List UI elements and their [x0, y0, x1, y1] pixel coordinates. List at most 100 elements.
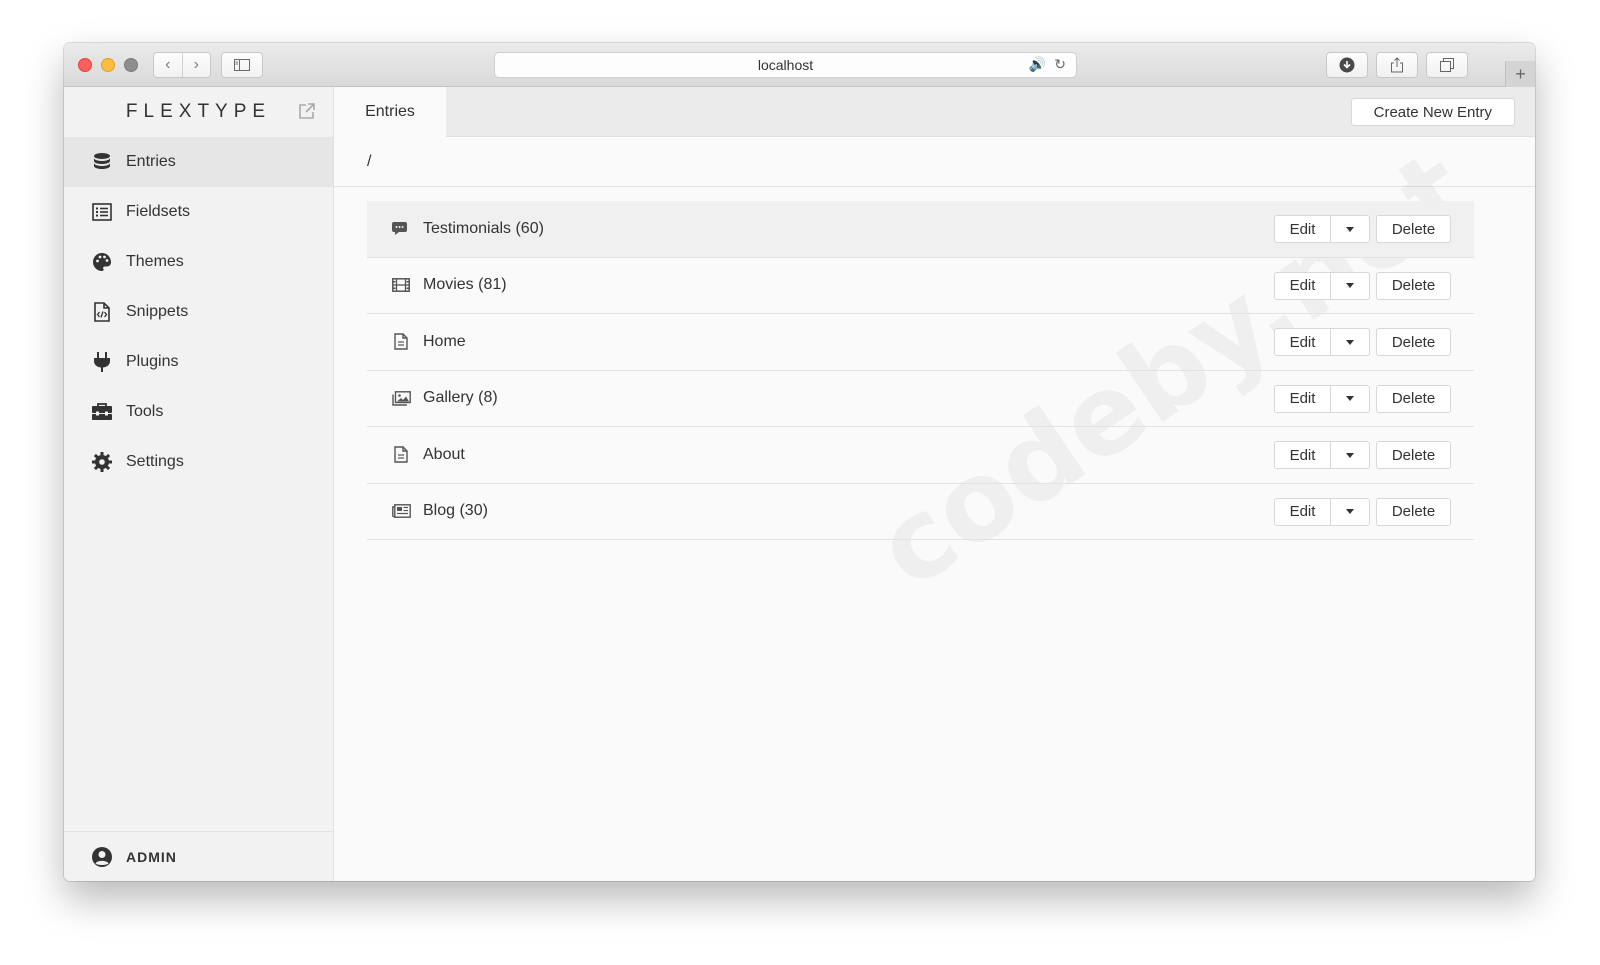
delete-button[interactable]: Delete — [1376, 215, 1451, 243]
tabs-icon — [1440, 58, 1454, 72]
sidebar-item-entries[interactable]: Entries — [64, 137, 333, 187]
list-item[interactable]: Movies (81) Edit Delete — [367, 258, 1474, 314]
entry-label[interactable]: Home — [423, 333, 466, 351]
tab-entries[interactable]: Entries — [334, 87, 446, 137]
delete-button[interactable]: Delete — [1376, 497, 1451, 526]
entry-actions-dropdown[interactable] — [1331, 215, 1370, 243]
edit-button[interactable]: Edit — [1274, 328, 1331, 356]
brand-logo: FLEXTYPE — [125, 101, 272, 122]
toolbox-icon — [91, 401, 113, 423]
comments-icon — [391, 219, 411, 239]
main-header: Entries Create New Entry — [334, 87, 1535, 137]
list-icon — [91, 201, 113, 223]
user-circle-icon — [92, 846, 112, 867]
create-new-entry-button[interactable]: Create New Entry — [1350, 98, 1515, 126]
caret-down-icon — [1346, 509, 1354, 514]
share-icon — [1391, 57, 1403, 73]
sidebar-item-themes[interactable]: Themes — [64, 237, 333, 287]
back-icon[interactable]: ‹ — [154, 53, 183, 77]
close-window-button[interactable] — [78, 58, 92, 72]
sidebar-item-label: Themes — [126, 253, 184, 270]
entry-actions-dropdown[interactable] — [1331, 441, 1370, 469]
caret-down-icon — [1346, 339, 1354, 345]
sidebar-icon — [234, 59, 250, 71]
speaker-icon[interactable]: 🔊 — [1029, 56, 1046, 73]
caret-down-icon — [1346, 452, 1354, 458]
edit-button[interactable]: Edit — [1274, 271, 1331, 300]
database-icon — [91, 151, 113, 173]
sidebar-item-snippets[interactable]: Snippets — [64, 287, 333, 337]
entry-label[interactable]: Gallery (8) — [423, 389, 498, 407]
film-icon — [391, 275, 411, 295]
sidebar-item-label: Plugins — [126, 353, 179, 370]
sidebar-item-tools[interactable]: Tools — [64, 387, 333, 437]
gear-icon — [91, 451, 113, 473]
entry-actions-dropdown[interactable] — [1331, 271, 1370, 300]
sidebar: FLEXTYPE Entries Fieldsets Themes Snippe… — [64, 87, 334, 881]
list-item[interactable]: About Edit Delete — [367, 427, 1474, 484]
entry-label[interactable]: Testimonials (60) — [423, 220, 544, 238]
list-item[interactable]: Blog (30) Edit Delete — [367, 484, 1474, 540]
new-tab-button[interactable]: + — [1505, 61, 1535, 87]
edit-button[interactable]: Edit — [1274, 441, 1331, 469]
file-icon — [391, 445, 411, 465]
user-name: ADMIN — [126, 848, 177, 865]
url-text: localhost — [757, 57, 814, 73]
delete-button[interactable]: Delete — [1376, 328, 1451, 356]
caret-down-icon — [1346, 283, 1354, 288]
tab-label: Entries — [365, 103, 415, 120]
browser-window: ‹ › localhost 🔊 ↻ + FLEXTYPE Entries Fie… — [64, 43, 1535, 881]
newspaper-icon — [391, 501, 411, 521]
download-icon — [1339, 57, 1355, 73]
sidebar-item-label: Fieldsets — [126, 203, 191, 220]
delete-button[interactable]: Delete — [1376, 441, 1451, 469]
forward-icon[interactable]: › — [183, 53, 211, 77]
share-button[interactable] — [1376, 52, 1418, 78]
list-item[interactable]: Gallery (8) Edit Delete — [367, 371, 1474, 427]
entry-label[interactable]: Blog (30) — [423, 502, 488, 520]
entry-actions-dropdown[interactable] — [1331, 497, 1370, 526]
minimize-window-button[interactable] — [101, 58, 115, 72]
plus-icon: + — [1515, 63, 1526, 84]
user-menu[interactable]: ADMIN — [64, 831, 333, 881]
entry-actions-dropdown[interactable] — [1331, 328, 1370, 356]
external-link-icon[interactable] — [297, 101, 317, 121]
sidebar-item-plugins[interactable]: Plugins — [64, 337, 333, 387]
sidebar-toggle-button[interactable] — [221, 52, 263, 78]
edit-button[interactable]: Edit — [1274, 384, 1331, 413]
entries-list: Testimonials (60) Edit Delete Movies (81… — [367, 201, 1474, 540]
breadcrumb: / — [334, 137, 1535, 187]
delete-button[interactable]: Delete — [1376, 384, 1451, 413]
palette-icon — [91, 251, 113, 273]
edit-button[interactable]: Edit — [1274, 497, 1331, 526]
caret-down-icon — [1346, 396, 1354, 401]
file-icon — [391, 332, 411, 352]
browser-titlebar: ‹ › localhost 🔊 ↻ + — [64, 43, 1535, 87]
entry-label[interactable]: About — [423, 446, 465, 464]
reload-icon[interactable]: ↻ — [1054, 56, 1066, 73]
sidebar-item-settings[interactable]: Settings — [64, 437, 333, 487]
zoom-window-button[interactable] — [124, 58, 138, 72]
entry-label[interactable]: Movies (81) — [423, 276, 507, 294]
caret-down-icon — [1346, 226, 1354, 232]
brand-header: FLEXTYPE — [64, 87, 333, 137]
delete-button[interactable]: Delete — [1376, 271, 1451, 300]
plug-icon — [91, 351, 113, 373]
history-nav: ‹ › — [153, 52, 211, 78]
sidebar-item-label: Snippets — [126, 303, 189, 320]
breadcrumb-root[interactable]: / — [367, 153, 371, 171]
code-file-icon — [91, 301, 113, 323]
list-item[interactable]: Home Edit Delete — [367, 314, 1474, 371]
main-content: Entries Create New Entry / codeby.net Te… — [334, 87, 1535, 881]
sidebar-item-label: Settings — [126, 453, 184, 470]
downloads-button[interactable] — [1326, 52, 1368, 78]
edit-button[interactable]: Edit — [1274, 215, 1331, 243]
entry-actions-dropdown[interactable] — [1331, 384, 1370, 413]
list-item[interactable]: Testimonials (60) Edit Delete — [367, 201, 1474, 258]
address-bar[interactable]: localhost 🔊 ↻ — [494, 52, 1077, 78]
sidebar-item-fieldsets[interactable]: Fieldsets — [64, 187, 333, 237]
sidebar-item-label: Entries — [126, 153, 176, 170]
images-icon — [391, 388, 411, 408]
tabs-overview-button[interactable] — [1426, 52, 1468, 78]
sidebar-item-label: Tools — [126, 403, 164, 420]
